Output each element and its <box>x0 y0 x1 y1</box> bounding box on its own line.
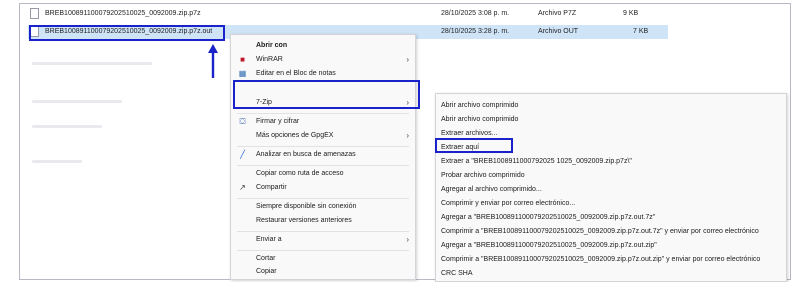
file-date: 28/10/2025 3:08 p. m. <box>441 10 510 17</box>
submenu-item[interactable]: Extraer a "BREB1008911000792025 1025_009… <box>436 155 786 169</box>
blurred-text <box>32 100 122 103</box>
menu-item-label: Restaurar versiones anteriores <box>256 217 352 224</box>
submenu-item[interactable]: Agregar a "BREB100891100079202510025_009… <box>436 211 786 225</box>
menu-item-label: Copiar <box>256 268 277 275</box>
menu-separator <box>237 231 409 232</box>
file-type: Archivo OUT <box>538 28 579 35</box>
shield-icon: ⛋ <box>239 117 246 126</box>
submenu-item-label: Agregar al archivo comprimido... <box>441 186 542 193</box>
menu-item-notepad[interactable]: ▦ Editar en el Bloc de notas <box>231 67 415 81</box>
blurred-text <box>32 62 152 65</box>
extract-here-highlight <box>435 138 513 153</box>
submenu-item-label: Comprimir a "BREB100891100079202510025_0… <box>441 228 759 235</box>
submenu-item-label: Comprimir a "BREB100891100079202510025_0… <box>441 256 761 263</box>
submenu-item-label: Abrir archivo comprimido <box>441 116 519 123</box>
submenu-item[interactable]: Agregar a "BREB100891100079202510025_009… <box>436 239 786 253</box>
blurred-text <box>32 125 102 128</box>
file-date: 28/10/2025 3:28 p. m. <box>441 28 510 35</box>
submenu-item-label: Extraer a "BREB1008911000792025 1025_009… <box>441 158 632 165</box>
menu-separator <box>237 146 409 147</box>
submenu-item[interactable]: CRC SHA <box>436 267 786 281</box>
submenu-item[interactable]: Comprimir y enviar por correo electrónic… <box>436 197 786 211</box>
menu-item-label: Analizar en busca de amenazas <box>256 151 356 158</box>
submenu-item[interactable]: Comprimir a "BREB100891100079202510025_0… <box>436 253 786 267</box>
menu-item-label: Más opciones de GpgEX <box>256 132 334 139</box>
scan-icon: ╱ <box>240 150 245 159</box>
notepad-icon: ▦ <box>238 69 247 78</box>
winrar-icon: ■ <box>240 55 245 64</box>
menu-item-scan[interactable]: ╱ Analizar en busca de amenazas <box>231 148 415 162</box>
submenu-item[interactable]: Probar archivo comprimido <box>436 169 786 183</box>
submenu-item-label: Extraer archivos... <box>441 130 498 137</box>
menu-item-restore[interactable]: Restaurar versiones anteriores <box>231 214 415 228</box>
submenu-item-label: Agregar a "BREB100891100079202510025_009… <box>441 242 657 249</box>
menu-separator <box>237 165 409 166</box>
share-icon: ↗ <box>239 183 246 192</box>
menu-item-always-available[interactable]: Siempre disponible sin conexión <box>231 200 415 214</box>
selected-file-highlight <box>29 25 225 41</box>
menu-heading: Abrir con <box>256 42 288 49</box>
7zip-submenu: Abrir archivo comprimido Abrir archivo c… <box>435 93 787 282</box>
arrow-up-icon <box>208 44 218 78</box>
file-type: Archivo P7Z <box>538 10 577 17</box>
file-icon <box>30 8 39 19</box>
file-size: 9 KB <box>623 10 639 17</box>
menu-separator <box>237 113 409 114</box>
file-size: 7 KB <box>633 28 649 35</box>
chevron-right-icon: › <box>406 235 409 244</box>
menu-separator <box>237 250 409 251</box>
blurred-text <box>32 160 82 163</box>
menu-item-label: Compartir <box>256 184 287 191</box>
submenu-item[interactable]: Abrir archivo comprimido <box>436 113 786 127</box>
7zip-highlight <box>233 80 420 109</box>
menu-item-gpgex[interactable]: Más opciones de GpgEX › <box>231 129 415 143</box>
submenu-item-label: Agregar a "BREB100891100079202510025_009… <box>441 214 656 221</box>
menu-item-copy-path[interactable]: Copiar como ruta de acceso <box>231 167 415 181</box>
menu-item-share[interactable]: ↗ Compartir <box>231 181 415 195</box>
menu-item-label: WinRAR <box>256 56 283 63</box>
submenu-item[interactable]: Comprimir a "BREB100891100079202510025_0… <box>436 225 786 239</box>
context-menu: Abrir con ■ WinRAR › ▦ Editar en el Bloc… <box>230 34 416 280</box>
menu-item-winrar[interactable]: ■ WinRAR › <box>231 53 415 67</box>
chevron-right-icon: › <box>406 131 409 140</box>
menu-item-label: Enviar a <box>256 236 282 243</box>
menu-item-sign-encrypt[interactable]: ⛋ Firmar y cifrar <box>231 115 415 129</box>
chevron-right-icon: › <box>406 55 409 64</box>
menu-item-open-with: Abrir con <box>231 39 415 53</box>
menu-item-copy[interactable]: Copiar <box>231 265 415 279</box>
submenu-item[interactable]: Agregar al archivo comprimido... <box>436 183 786 197</box>
submenu-item-label: Probar archivo comprimido <box>441 172 525 179</box>
menu-separator <box>237 198 409 199</box>
submenu-item-label: Comprimir y enviar por correo electrónic… <box>441 200 576 207</box>
menu-item-send-to[interactable]: Enviar a › <box>231 233 415 247</box>
file-name: BREB100891100079202510025_0092009.zip.p7… <box>45 10 201 17</box>
file-row-p7z[interactable]: BREB100891100079202510025_0092009.zip.p7… <box>28 7 678 21</box>
submenu-item[interactable]: Abrir archivo comprimido <box>436 99 786 113</box>
menu-item-cut[interactable]: Cortar <box>231 252 415 266</box>
submenu-item-label: Abrir archivo comprimido <box>441 102 519 109</box>
menu-item-label: Siempre disponible sin conexión <box>256 203 357 210</box>
submenu-item-label: CRC SHA <box>441 270 473 277</box>
menu-item-label: Cortar <box>256 255 276 262</box>
menu-item-label: Firmar y cifrar <box>256 118 300 125</box>
menu-item-label: Copiar como ruta de acceso <box>256 170 344 177</box>
menu-item-label: Editar en el Bloc de notas <box>256 70 336 77</box>
